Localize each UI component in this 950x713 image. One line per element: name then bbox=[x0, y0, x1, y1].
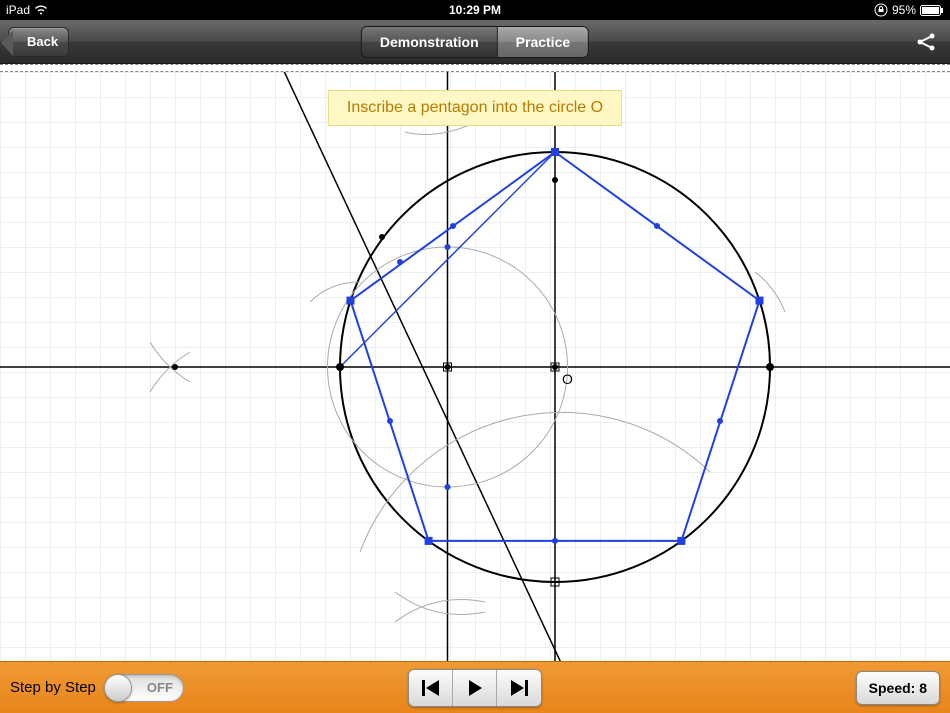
step-by-step-toggle[interactable]: OFF bbox=[104, 674, 184, 702]
carrier-label: iPad bbox=[6, 3, 30, 17]
playback-controls bbox=[408, 669, 542, 707]
center-point-label: O bbox=[562, 371, 573, 387]
play-icon bbox=[466, 679, 484, 697]
wifi-icon bbox=[34, 5, 48, 15]
skip-forward-icon bbox=[509, 679, 529, 697]
battery-icon bbox=[920, 5, 944, 16]
speed-label: Speed: 8 bbox=[869, 680, 927, 696]
ruler-bar bbox=[0, 64, 950, 72]
toggle-knob bbox=[104, 674, 132, 702]
back-button[interactable]: Back bbox=[8, 27, 69, 57]
status-time: 10:29 PM bbox=[449, 3, 501, 17]
status-bar: iPad 10:29 PM 95% bbox=[0, 0, 950, 20]
tab-practice[interactable]: Practice bbox=[498, 27, 588, 57]
tab-demonstration[interactable]: Demonstration bbox=[362, 27, 498, 57]
instruction-banner: Inscribe a pentagon into the circle O bbox=[328, 90, 622, 126]
instruction-text: Inscribe a pentagon into the circle O bbox=[347, 99, 603, 116]
speed-button[interactable]: Speed: 8 bbox=[856, 671, 940, 705]
back-label: Back bbox=[27, 34, 58, 49]
share-button[interactable] bbox=[910, 26, 942, 58]
step-by-step-label: Step by Step bbox=[10, 679, 96, 696]
step-by-step-control: Step by Step OFF bbox=[10, 674, 184, 702]
prev-step-button[interactable] bbox=[409, 670, 453, 706]
share-icon bbox=[915, 31, 937, 53]
next-step-button[interactable] bbox=[497, 670, 541, 706]
geometry-canvas[interactable]: Inscribe a pentagon into the circle O O bbox=[0, 72, 950, 661]
geometry-drawing bbox=[0, 72, 950, 661]
mode-segmented-control: Demonstration Practice bbox=[361, 26, 589, 58]
bottom-toolbar: Step by Step OFF Speed: 8 bbox=[0, 661, 950, 713]
orientation-lock-icon bbox=[874, 3, 888, 17]
play-button[interactable] bbox=[453, 670, 497, 706]
nav-bar: Back Demonstration Practice bbox=[0, 20, 950, 64]
skip-back-icon bbox=[421, 679, 441, 697]
battery-label: 95% bbox=[892, 3, 916, 17]
toggle-state-label: OFF bbox=[147, 680, 173, 695]
